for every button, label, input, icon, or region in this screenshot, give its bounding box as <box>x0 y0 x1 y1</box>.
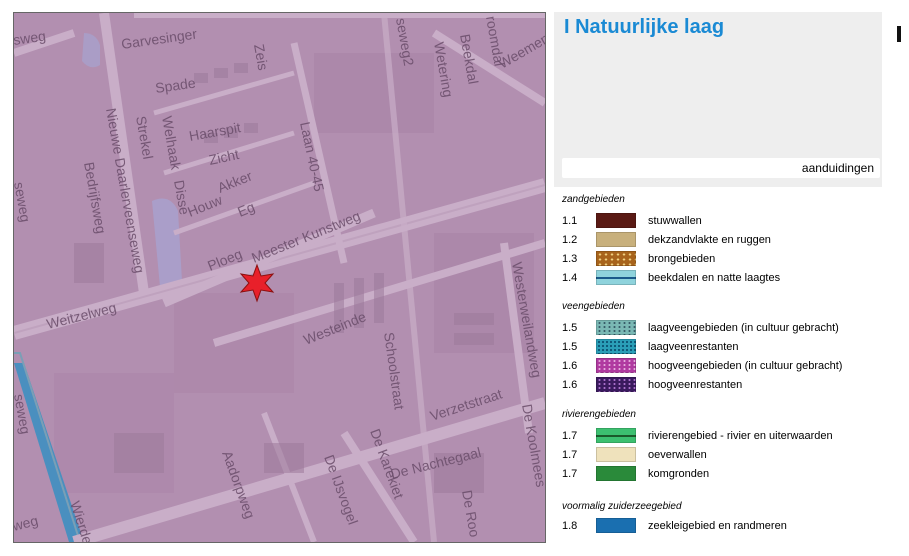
legend-item: 1.6 hoogveengebieden (in cultuur gebrach… <box>562 358 882 375</box>
swatch-dekzandvlakte <box>596 232 636 247</box>
legend-item: 1.3 brongebieden <box>562 251 882 268</box>
legend-item: 1.7 oeverwallen <box>562 447 882 464</box>
legend-code: 1.3 <box>562 253 578 265</box>
legend-code: 1.1 <box>562 215 578 227</box>
legend-tab-aanduidingen[interactable]: aanduidingen <box>562 158 880 178</box>
swatch-laagveengebieden <box>596 320 636 335</box>
legend-header: I Natuurlijke laag aanduidingen <box>554 12 882 187</box>
legend-code: 1.2 <box>562 234 578 246</box>
swatch-stuwwallen <box>596 213 636 228</box>
legend-label: laagveenrestanten <box>648 341 739 353</box>
swatch-laagveenrestanten <box>596 339 636 354</box>
legend-label: hoogveenrestanten <box>648 379 743 391</box>
legend-section-title: zandgebieden <box>562 194 625 205</box>
legend-label: dekzandvlakte en ruggen <box>648 234 771 246</box>
legend-item: 1.8 zeekleigebied en randmeren <box>562 518 882 535</box>
legend-item: 1.7 rivierengebied - rivier en uiterwaar… <box>562 428 882 445</box>
legend-item: 1.5 laagveenrestanten <box>562 339 882 356</box>
legend-code: 1.7 <box>562 430 578 442</box>
legend-code: 1.8 <box>562 520 578 532</box>
legend-panel: I Natuurlijke laag aanduidingen zandgebi… <box>554 12 884 543</box>
legend-code: 1.6 <box>562 379 578 391</box>
swatch-oeverwallen <box>596 447 636 462</box>
legend-title: I Natuurlijke laag <box>564 16 725 38</box>
legend-label: beekdalen en natte laagtes <box>648 272 781 284</box>
swatch-hoogveenrestanten <box>596 377 636 392</box>
legend-label: komgronden <box>648 468 710 480</box>
legend-code: 1.4 <box>562 272 578 284</box>
map-panel[interactable]: Garvesinger Spade Zeis Welhaak Haarspit … <box>13 12 546 543</box>
panel-edge-marker <box>897 26 901 42</box>
legend-code: 1.5 <box>562 341 578 353</box>
legend-label: laagveengebieden (in cultuur gebracht) <box>648 322 839 334</box>
legend-label: stuwwallen <box>648 215 702 227</box>
legend-item: 1.7 komgronden <box>562 466 882 483</box>
legend-label: rivierengebied - rivier en uiterwaarden <box>648 430 833 442</box>
legend-code: 1.7 <box>562 449 578 461</box>
swatch-komgronden <box>596 466 636 481</box>
legend-label: oeverwallen <box>648 449 707 461</box>
legend-item: 1.5 laagveengebieden (in cultuur gebrach… <box>562 320 882 337</box>
legend-item: 1.6 hoogveenrestanten <box>562 377 882 394</box>
legend-code: 1.7 <box>562 468 578 480</box>
legend-section-title: voormalig zuiderzeegebied <box>562 501 682 512</box>
swatch-zeekleigebied <box>596 518 636 533</box>
map-canvas: Garvesinger Spade Zeis Welhaak Haarspit … <box>14 13 545 542</box>
swatch-brongebieden <box>596 251 636 266</box>
legend-item: 1.2 dekzandvlakte en ruggen <box>562 232 882 249</box>
legend-code: 1.5 <box>562 322 578 334</box>
legend-label: zeekleigebied en randmeren <box>648 520 787 532</box>
legend-item: 1.1 stuwwallen <box>562 213 882 230</box>
legend-section-title: rivierengebieden <box>562 409 636 420</box>
legend-label: hoogveengebieden (in cultuur gebracht) <box>648 360 843 372</box>
swatch-hoogveengebieden <box>596 358 636 373</box>
swatch-beekdalen <box>596 270 636 285</box>
legend-label: brongebieden <box>648 253 716 265</box>
legend-code: 1.6 <box>562 360 578 372</box>
legend-item: 1.4 beekdalen en natte laagtes <box>562 270 882 287</box>
swatch-rivierengebied <box>596 428 636 443</box>
legend-section-title: veengebieden <box>562 301 625 312</box>
